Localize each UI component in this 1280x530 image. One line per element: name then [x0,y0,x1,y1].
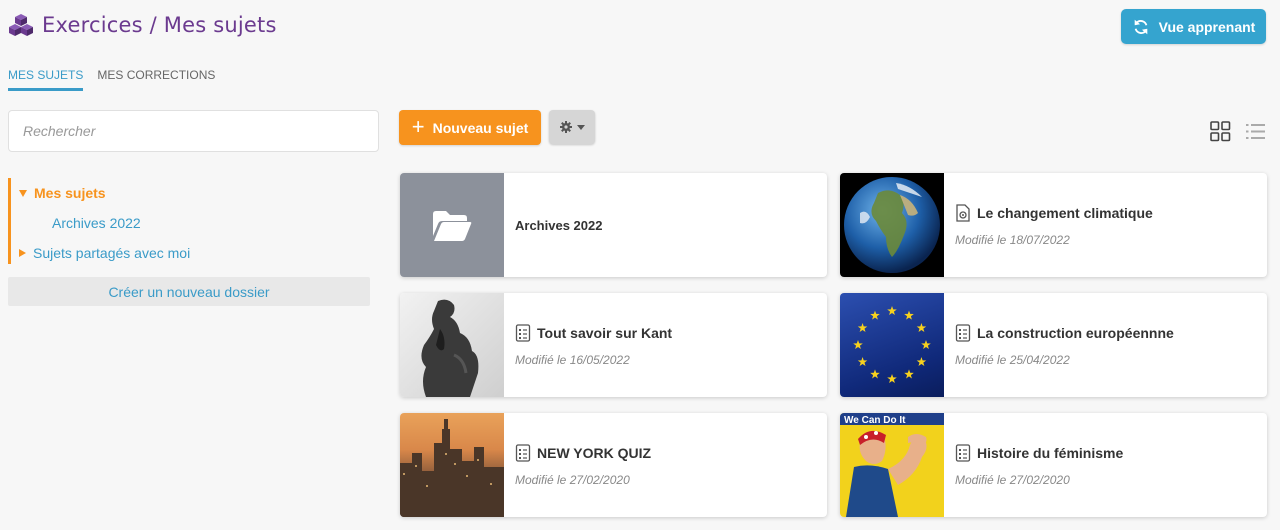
list-view-icon[interactable] [1245,121,1266,142]
card-title: La construction européennne [977,324,1174,341]
subject-card[interactable]: La construction européennne Modifié le 2… [840,293,1267,397]
card-date: Modifié le 18/07/2022 [955,232,1070,247]
settings-dropdown-button[interactable] [549,110,595,144]
grid-view-icon[interactable] [1210,121,1231,142]
skyline-image [400,419,504,517]
search-input[interactable] [8,110,379,152]
caret-right-icon [19,249,26,257]
gear-icon [559,121,572,133]
chevron-down-icon [576,124,585,130]
eu-star [887,374,897,383]
tree-item-mes-sujets[interactable]: Mes sujets [11,178,379,208]
vue-apprenant-label: Vue apprenant [1158,18,1256,35]
earth-image [844,177,940,273]
card-title: Le changement climatique [977,204,1153,221]
thinker-thumbnail [400,293,504,397]
checklist-icon [515,443,531,462]
eu-flag-thumbnail [840,293,944,397]
card-title: Archives 2022 [515,217,603,233]
card-title: NEW YORK QUIZ [537,444,652,461]
new-folder-button[interactable]: Créer un nouveau dossier [8,277,370,306]
checklist-icon [515,323,531,342]
vue-apprenant-button[interactable]: Vue apprenant [1121,9,1266,44]
tabs: MES SUJETS MES CORRECTIONS [8,68,215,91]
tab-mes-corrections[interactable]: MES CORRECTIONS [97,68,215,91]
card-date: Modifié le 16/05/2022 [515,352,630,367]
earth-thumbnail [840,173,944,277]
caret-down-icon [19,189,27,197]
eu-star [857,357,868,366]
plus-icon: + [411,113,425,139]
checklist-icon [955,443,971,462]
page-title: Exercices / Mes sujets [42,13,277,37]
eu-star [887,306,897,315]
eu-flag-image [853,306,931,383]
refresh-icon [1134,19,1147,34]
we-can-do-it-poster-image: We Can Do It [840,413,944,517]
card-title: Histoire du féminisme [977,444,1124,461]
thinker-statue-image [421,299,479,397]
open-folder-icon [433,211,472,241]
subject-card[interactable]: NEW YORK QUIZ Modifié le 27/02/2020 [400,413,827,517]
tree-item-label: Archives 2022 [52,215,141,231]
eu-star [904,310,914,320]
eu-star [857,323,868,332]
eu-star [853,340,863,349]
new-subject-label: Nouveau sujet [432,119,529,136]
tree-item-sujets-partages[interactable]: Sujets partagés avec moi [11,238,379,268]
subject-card[interactable]: Tout savoir sur Kant Modifié le 16/05/20… [400,293,827,397]
checklist-icon [955,323,971,342]
tab-mes-sujets[interactable]: MES SUJETS [8,68,84,91]
folder-thumbnail [400,173,504,277]
poster-text: We Can Do It [844,415,906,426]
tree-item-archives-2022[interactable]: Archives 2022 [11,208,379,238]
eu-star [904,369,914,379]
page-header: Exercices / Mes sujets [8,12,277,38]
new-york-thumbnail [400,413,504,517]
tree-item-label: Mes sujets [34,185,106,201]
eu-star [916,357,927,366]
cubes-logo-icon [9,14,33,36]
card-date: Modifié le 27/02/2020 [955,472,1070,487]
folder-tree: Mes sujets Archives 2022 Sujets partagés… [8,178,379,264]
card-date: Modifié le 27/02/2020 [515,472,630,487]
tree-item-label: Sujets partagés avec moi [33,245,191,261]
card-date: Modifié le 25/04/2022 [955,352,1070,367]
eu-star [870,310,880,320]
poster-thumbnail: We Can Do It [840,413,944,517]
eu-star [870,369,880,379]
subject-card[interactable]: Le changement climatique Modifié le 18/0… [840,173,1267,277]
subject-card[interactable]: We Can Do It Histoire du féminisme Modif… [840,413,1267,517]
eu-star [916,323,927,332]
folder-card[interactable]: Archives 2022 [400,173,827,277]
eu-star [921,340,931,349]
document-audio-icon [956,203,970,222]
new-subject-button[interactable]: + Nouveau sujet [399,110,541,145]
card-title: Tout savoir sur Kant [537,324,673,341]
